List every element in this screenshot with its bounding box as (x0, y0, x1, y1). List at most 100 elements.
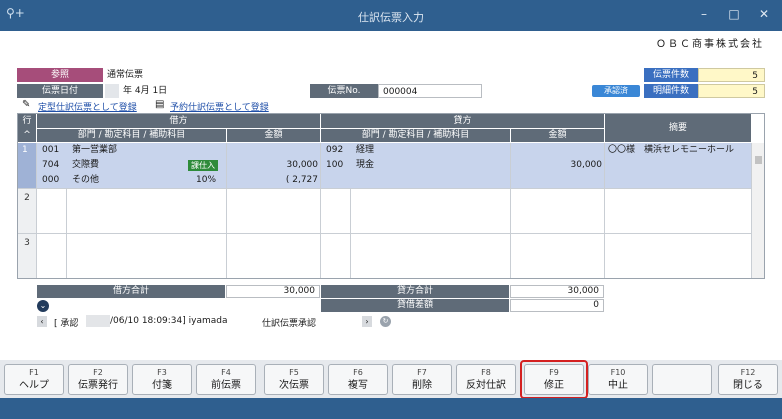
approved-badge: 承認済 (592, 85, 640, 97)
debit-sub-code[interactable]: 000 (42, 173, 59, 188)
slip-no-value[interactable]: 000004 (378, 84, 482, 98)
debit-total-label: 借方合計 (37, 285, 225, 298)
fkey-label: 削除 (412, 380, 432, 391)
tax-category-badge: 課仕入 (188, 160, 218, 171)
debit-amount-header: 金額 (227, 129, 320, 142)
slip-count-label: 伝票件数 (644, 68, 698, 82)
slip-no-label: 伝票No. (310, 84, 378, 98)
sticky-note-button[interactable]: F3 付箋 (132, 364, 192, 395)
credit-account-code[interactable]: 100 (326, 158, 343, 173)
fkey-label: 複写 (348, 380, 368, 391)
approval-year (86, 315, 110, 327)
fkey-code: F5 (289, 368, 299, 377)
era-field[interactable] (105, 84, 119, 98)
fkey-code: F10 (610, 368, 626, 377)
cancel-button[interactable]: F10 中止 (588, 364, 648, 395)
debit-account-name: 交際費 (72, 160, 100, 170)
company-name: ＯＢＣ商事株式会社 (656, 39, 764, 50)
tax-rate: 10% (196, 175, 217, 185)
fkey-code: F12 (740, 368, 756, 377)
minimize-icon[interactable]: – (694, 7, 714, 21)
credit-header: 貸方 (321, 114, 604, 128)
debit-sub-name: その他 (72, 175, 100, 185)
credit-dept-code[interactable]: 092 (326, 143, 343, 158)
fkey-label: 反対仕訳 (466, 380, 506, 391)
slip-type: 通常伝票 (103, 68, 203, 82)
debit-amount[interactable]: 30,000 (227, 158, 319, 173)
credit-total-value: 30,000 (510, 285, 604, 298)
diff-label: 貸借差額 (321, 299, 509, 312)
credit-amount-header: 金額 (511, 129, 604, 142)
credit-dept-name: 経理 (356, 145, 375, 155)
print-slip-button[interactable]: F2 伝票発行 (68, 364, 128, 395)
row-number: 1 (22, 145, 28, 155)
refresh-icon[interactable]: ↻ (380, 316, 391, 327)
tax-badge: 課仕入 (188, 160, 218, 172)
fkey-code: F8 (481, 368, 491, 377)
next-arrow-icon[interactable]: › (362, 316, 372, 327)
fkey-code: F7 (417, 368, 427, 377)
fkey-label: 前伝票 (211, 380, 241, 391)
approval-date: /06/10 18:09:34] iyamada (110, 316, 228, 326)
prev-arrow-icon[interactable]: ‹ (37, 316, 47, 327)
credit-dept-header: 部門 / 勘定科目 / 補助科目 (321, 129, 510, 142)
journal-grid: 行 ^ 借方 貸方 部門 / 勘定科目 / 補助科目 金額 部門 / 勘定科目 … (17, 113, 765, 279)
register-reserve-link[interactable]: 予約仕訳伝票として登録 (170, 100, 269, 113)
row-number: 2 (18, 189, 36, 233)
row-header: 行 (18, 114, 36, 128)
fkey-label: ヘルプ (19, 380, 49, 391)
credit-total-label: 貸方合計 (321, 285, 509, 298)
debit-dept-code[interactable]: 001 (42, 143, 59, 158)
row-number: 3 (18, 234, 36, 278)
fkey-label: 中止 (608, 380, 628, 391)
close-button[interactable]: F12 閉じる (718, 364, 778, 395)
title-bar: ⚲+ 仕訳伝票入力 – □ ✕ (0, 0, 782, 31)
detail-count-value: 5 (698, 84, 765, 98)
reverse-entry-button[interactable]: F8 反対仕訳 (456, 364, 516, 395)
credit-account-name: 現金 (356, 160, 375, 170)
tax-amount: ( 2,727 (285, 175, 318, 185)
approve-label: 仕訳伝票承認 (262, 319, 317, 329)
fkey-code: F1 (29, 368, 39, 377)
status-bar (0, 398, 782, 419)
blank-button[interactable] (652, 364, 712, 395)
prev-slip-button[interactable]: F4 前伝票 (196, 364, 256, 395)
fkey-code: F3 (157, 368, 167, 377)
fkey-code: F4 (221, 368, 231, 377)
date-label: 伝票日付 (17, 84, 103, 98)
debit-dept-header: 部門 / 勘定科目 / 補助科目 (37, 129, 226, 142)
summary-text[interactable]: 〇〇様 横浜セレモニーホール (608, 143, 734, 158)
register-fixed-link[interactable]: 定型仕訳伝票として登録 (38, 100, 137, 113)
fkey-label: 閉じる (733, 380, 763, 391)
fkey-label: 伝票発行 (78, 380, 118, 391)
approval-prefix: [ 承認 (54, 319, 79, 329)
copy-button[interactable]: F6 複写 (328, 364, 388, 395)
slip-count-value: 5 (698, 68, 765, 82)
debit-dept-name: 第一営業部 (72, 145, 118, 155)
scroll-thumb[interactable] (755, 156, 762, 164)
edit-icon: ✎ (22, 99, 31, 110)
fkey-label: 次伝票 (279, 380, 309, 391)
ref-button[interactable]: 参照 (17, 68, 103, 82)
fkey-label: 付箋 (152, 380, 172, 391)
diff-value: 0 (510, 299, 604, 312)
calendar-icon: ▤ (155, 99, 165, 110)
delete-button[interactable]: F7 削除 (392, 364, 452, 395)
debit-total-value: 30,000 (226, 285, 320, 298)
expand-icon[interactable]: ⌄ (37, 300, 49, 312)
detail-count-label: 明細件数 (644, 84, 698, 98)
debit-account-code[interactable]: 704 (42, 158, 59, 173)
sort-up-icon[interactable]: ^ (18, 128, 36, 142)
fkey-code: F6 (353, 368, 363, 377)
summary-header: 摘要 (605, 114, 751, 142)
close-icon[interactable]: ✕ (754, 7, 774, 21)
help-button[interactable]: F1 ヘルプ (4, 364, 64, 395)
next-slip-button[interactable]: F5 次伝票 (264, 364, 324, 395)
maximize-icon[interactable]: □ (724, 7, 744, 21)
date-value[interactable]: 年 4月 1日 (119, 84, 203, 98)
fkey-code: F2 (93, 368, 103, 377)
debit-header: 借方 (37, 114, 320, 128)
window-title: 仕訳伝票入力 (358, 11, 424, 24)
credit-amount[interactable]: 30,000 (511, 158, 603, 173)
f9-highlight-frame (520, 360, 588, 399)
